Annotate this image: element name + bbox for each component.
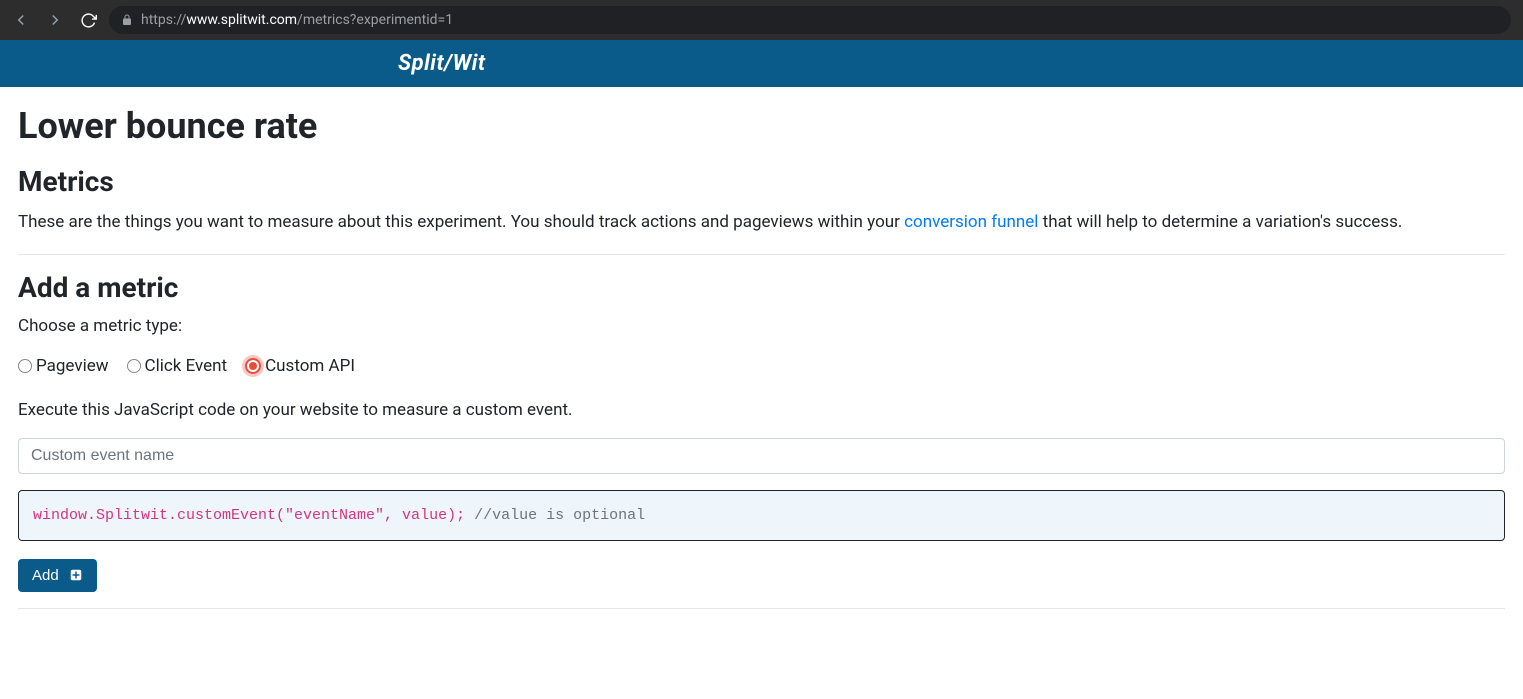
instruction-text: Execute this JavaScript code on your web…: [18, 400, 1505, 420]
nav-controls: [12, 11, 97, 29]
logo[interactable]: Split/Wit: [398, 51, 486, 76]
browser-chrome: https://www.splitwit.com/metrics?experim…: [0, 0, 1523, 40]
radio-click-event[interactable]: Click Event: [127, 356, 228, 376]
add-metric-heading: Add a metric: [18, 271, 1505, 304]
url-text: https://www.splitwit.com/metrics?experim…: [141, 12, 453, 28]
radio-icon-selected: [245, 358, 261, 374]
arrow-left-icon: [12, 11, 30, 29]
back-button[interactable]: [12, 11, 30, 29]
code-snippet: window.Splitwit.customEvent("eventName",…: [18, 490, 1505, 541]
radio-custom-api[interactable]: Custom API: [245, 356, 355, 376]
metrics-description: These are the things you want to measure…: [18, 210, 1505, 236]
page-title: Lower bounce rate: [18, 105, 1505, 147]
radio-icon: [18, 359, 32, 373]
radio-icon: [127, 359, 141, 373]
divider: [18, 254, 1505, 255]
add-button[interactable]: Add: [18, 559, 97, 592]
metric-type-radio-group: Pageview Click Event Custom API: [18, 356, 1505, 376]
metrics-heading: Metrics: [18, 165, 1505, 198]
custom-event-name-input[interactable]: [18, 438, 1505, 474]
main-content: Lower bounce rate Metrics These are the …: [0, 87, 1523, 643]
radio-label: Custom API: [265, 356, 355, 376]
divider: [18, 608, 1505, 609]
app-header: Split/Wit: [0, 40, 1523, 87]
plus-icon: [69, 568, 83, 582]
radio-pageview[interactable]: Pageview: [18, 356, 109, 376]
radio-label: Click Event: [145, 356, 228, 376]
choose-type-label: Choose a metric type:: [18, 316, 1505, 336]
url-bar[interactable]: https://www.splitwit.com/metrics?experim…: [109, 6, 1511, 34]
lock-icon: [121, 14, 133, 26]
conversion-funnel-link[interactable]: conversion funnel: [904, 212, 1038, 232]
add-button-label: Add: [32, 567, 59, 584]
forward-button[interactable]: [46, 11, 64, 29]
reload-button[interactable]: [80, 12, 97, 29]
arrow-right-icon: [46, 11, 64, 29]
radio-label: Pageview: [36, 356, 109, 376]
reload-icon: [80, 12, 97, 29]
